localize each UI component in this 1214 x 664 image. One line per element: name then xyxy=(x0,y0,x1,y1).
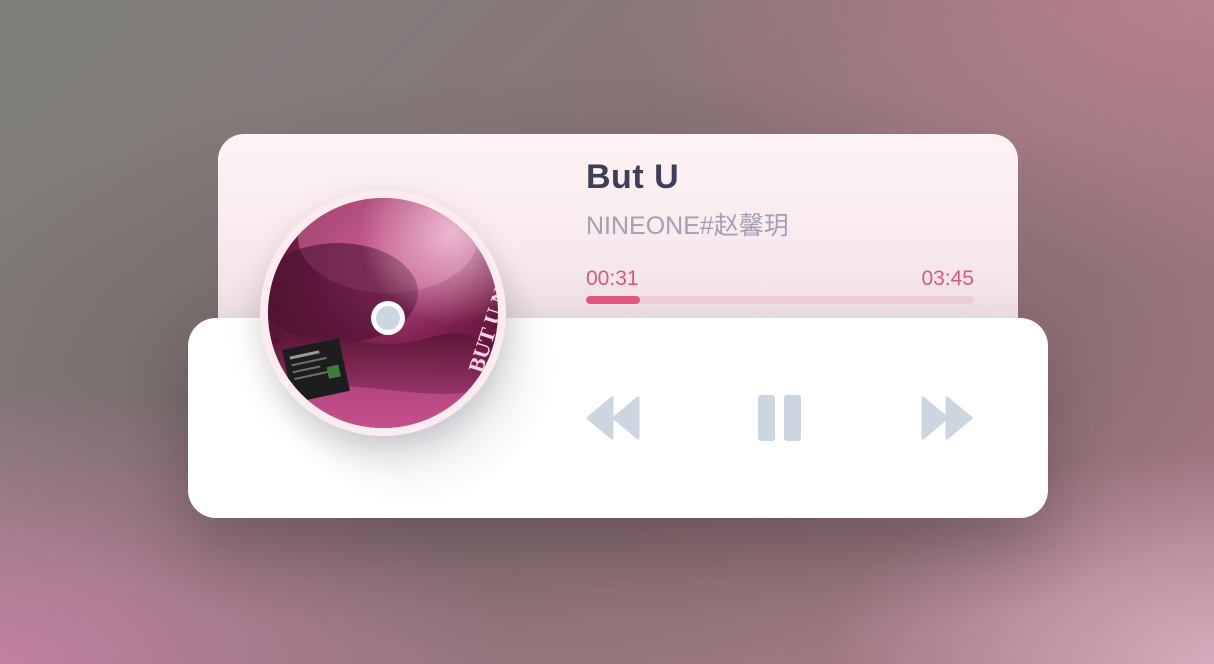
album-disc[interactable]: BUT U NINEONE# xyxy=(260,190,506,436)
music-player: BUT U NINEONE# But U NINEONE#赵馨玥 00:31 0… xyxy=(0,0,1214,664)
progress-bar[interactable] xyxy=(586,296,974,304)
rewind-icon xyxy=(586,396,640,440)
album-cover: BUT U NINEONE# xyxy=(268,198,498,428)
song-artist: NINEONE#赵馨玥 xyxy=(586,212,789,240)
pause-button[interactable] xyxy=(752,392,808,444)
fast-forward-icon xyxy=(921,396,973,440)
previous-button[interactable] xyxy=(586,392,642,444)
progress-fill xyxy=(586,296,641,304)
next-button[interactable] xyxy=(918,392,976,444)
current-time: 00:31 xyxy=(586,267,639,290)
disc-center-hole xyxy=(371,301,405,335)
pause-icon xyxy=(758,395,801,441)
song-title: But U xyxy=(586,158,680,196)
total-time: 03:45 xyxy=(921,267,974,290)
